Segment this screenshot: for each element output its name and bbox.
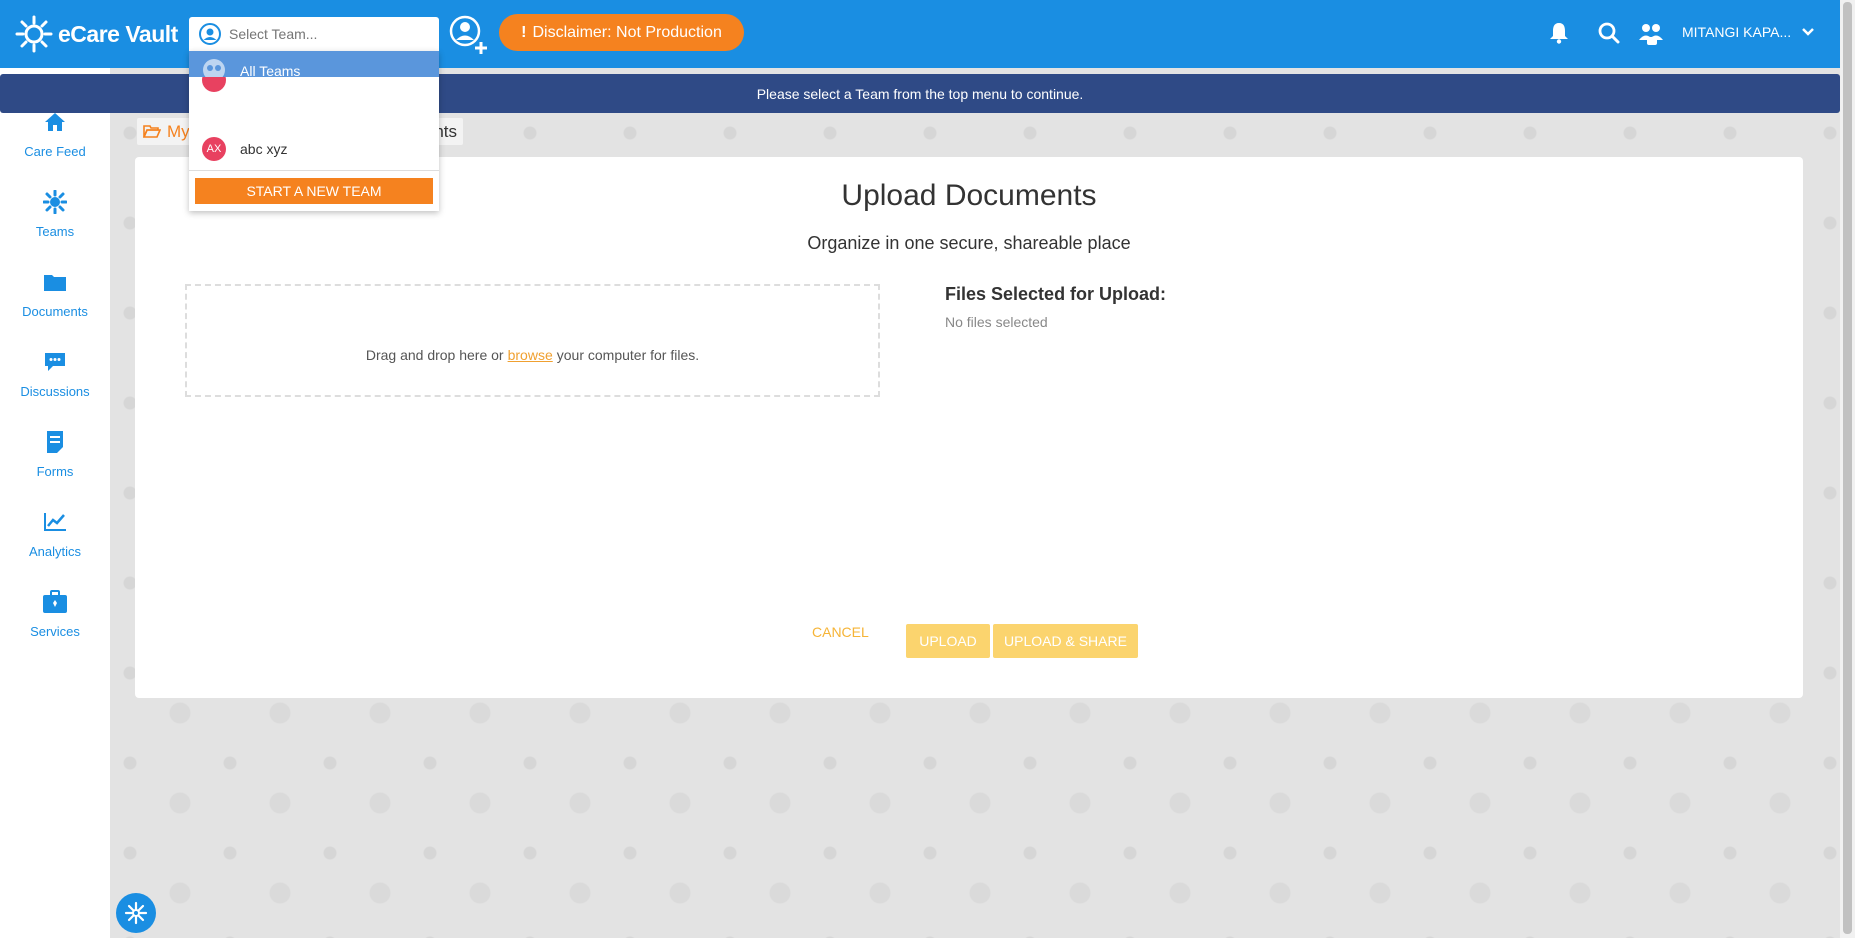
contacts-button[interactable] <box>1638 22 1664 46</box>
snowflake-icon <box>124 901 148 925</box>
upload-panel: Upload Documents Organize in one secure,… <box>135 157 1803 698</box>
breadcrumb-root-link[interactable]: My <box>167 122 190 142</box>
sidebar-item-label: Care Feed <box>24 144 86 159</box>
disclaimer-label: Disclaimer: Not Production <box>532 23 722 41</box>
sidebar-item-forms[interactable]: Forms <box>0 430 110 479</box>
logo-icon <box>15 15 53 53</box>
folder-icon <box>44 275 66 291</box>
sidebar-item-analytics[interactable]: Analytics <box>0 510 110 559</box>
team-avatar: AX <box>202 137 226 161</box>
sidebar-item-documents[interactable]: Documents <box>0 270 110 319</box>
scrollbar-thumb[interactable] <box>1843 2 1852 934</box>
upload-share-button[interactable]: UPLOAD & SHARE <box>993 624 1138 658</box>
team-option-all-teams[interactable]: All Teams <box>189 51 439 77</box>
team-option-abc-xyz[interactable]: AX abc xyz <box>189 130 439 168</box>
people-icon <box>1639 24 1663 45</box>
files-empty-text: No files selected <box>945 314 1048 330</box>
search-button[interactable] <box>1598 22 1620 44</box>
sidebar-item-label: Teams <box>35 224 75 239</box>
sidebar-item-discussions[interactable]: Discussions <box>0 350 110 399</box>
disclaimer-badge: ! Disclaimer: Not Production <box>499 14 744 51</box>
team-dropdown: All Teams AX abc xyz START A NEW TEAM <box>189 51 439 211</box>
notifications-button[interactable] <box>1549 22 1569 44</box>
page-subtitle: Organize in one secure, shareable place <box>807 233 1131 253</box>
app-logo[interactable]: eCare Vault <box>14 14 178 54</box>
user-name: MITANGI KAPA... <box>1682 24 1792 40</box>
search-icon <box>1598 22 1620 44</box>
exclamation-icon: ! <box>521 23 527 41</box>
chevron-down-icon <box>1802 28 1815 36</box>
user-menu[interactable]: MITANGI KAPA... <box>1682 24 1815 40</box>
page-scrollbar[interactable] <box>1840 0 1855 938</box>
folder-open-icon <box>143 125 161 138</box>
dropzone-text-after: your computer for files. <box>556 346 700 363</box>
form-icon <box>47 431 63 453</box>
add-user-button[interactable] <box>448 14 488 61</box>
upload-button[interactable]: UPLOAD <box>906 624 990 658</box>
dropzone-text-before: Drag and drop here or <box>365 346 504 363</box>
team-avatar <box>202 77 226 92</box>
browse-link[interactable]: browse <box>508 347 553 363</box>
chart-icon <box>44 513 66 531</box>
home-icon <box>45 113 65 131</box>
logo-text: eCare Vault <box>58 20 178 47</box>
sidebar-item-care-feed[interactable]: Care Feed <box>0 110 110 159</box>
sidebar-item-label: Documents <box>22 304 88 319</box>
briefcase-icon <box>43 590 67 613</box>
team-option-label: abc xyz <box>240 141 288 157</box>
user-circle-icon <box>199 23 221 45</box>
help-button[interactable] <box>116 893 156 933</box>
sidebar-item-label: Services <box>30 624 80 639</box>
sidebar-item-label: Discussions <box>20 384 90 399</box>
teams-icon <box>43 190 67 214</box>
bell-icon <box>1550 23 1568 44</box>
chat-icon <box>45 353 65 371</box>
sidebar-item-services[interactable]: Services <box>0 590 110 639</box>
sidebar-item-label: Analytics <box>28 544 82 559</box>
files-selected-heading: Files Selected for Upload: <box>945 284 1167 304</box>
sidebar-item-teams[interactable]: Teams <box>0 190 110 239</box>
start-new-team-button[interactable]: START A NEW TEAM <box>195 178 433 204</box>
team-select[interactable] <box>189 17 439 51</box>
file-dropzone[interactable]: Drag and drop here or browse your comput… <box>185 284 880 397</box>
cancel-button[interactable]: CANCEL <box>812 624 869 640</box>
team-search-input[interactable] <box>229 26 419 42</box>
team-option-hidden[interactable] <box>189 77 439 97</box>
add-user-icon <box>449 15 487 54</box>
sidebar: Care Feed Teams Documents Discussions Fo… <box>0 68 110 938</box>
sidebar-item-label: Forms <box>36 464 74 479</box>
team-option-label: All Teams <box>240 63 301 77</box>
teams-icon <box>203 59 225 77</box>
divider <box>189 170 439 171</box>
